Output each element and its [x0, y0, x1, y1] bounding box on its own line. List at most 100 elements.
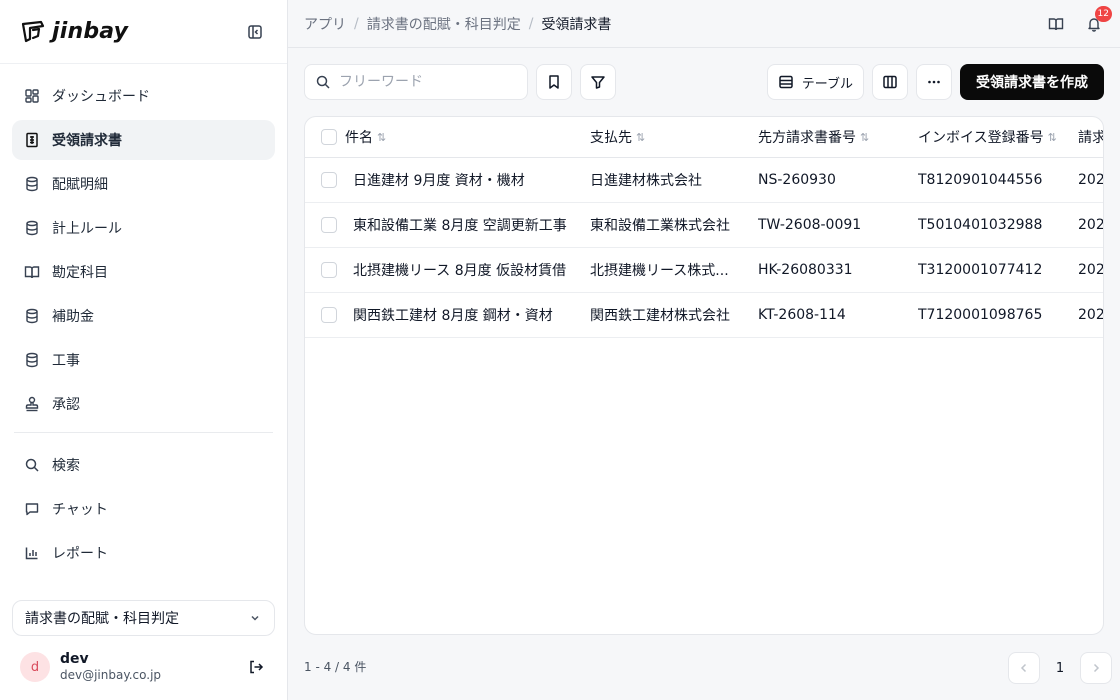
- chevron-down-icon: [248, 611, 262, 625]
- column-header-payee[interactable]: 支払先 ⇅: [590, 117, 740, 157]
- sort-icon: ⇅: [1047, 130, 1057, 144]
- breadcrumb-separator: /: [528, 15, 534, 32]
- select-all-checkbox[interactable]: [321, 129, 337, 145]
- column-header-label: インボイス登録番号: [918, 130, 1044, 146]
- row-checkbox[interactable]: [321, 217, 337, 233]
- cell-billing: 202: [1078, 217, 1104, 233]
- sidebar-item-chat[interactable]: チャット: [12, 489, 275, 529]
- sidebar-item-label: ダッシュボード: [52, 89, 150, 105]
- breadcrumb-separator: /: [354, 15, 359, 32]
- logout-icon: [248, 659, 264, 675]
- column-header-label: 請求: [1078, 130, 1104, 146]
- cell-invoice-number: KT-2608-114: [758, 307, 846, 323]
- cell-subject: 関西鉄工建材 8月度 鋼材・資材: [353, 308, 553, 324]
- column-header-label: 件名: [345, 130, 373, 146]
- column-header-subject[interactable]: 件名 ⇅: [345, 117, 575, 157]
- book-icon: [24, 264, 40, 280]
- chevron-left-icon: [1017, 661, 1031, 675]
- column-header-label: 支払先: [590, 130, 632, 146]
- breadcrumb-apps[interactable]: アプリ: [304, 14, 346, 34]
- create-invoice-button[interactable]: 受領請求書を作成: [960, 64, 1104, 100]
- search-input[interactable]: [339, 74, 509, 90]
- breadcrumb-invoice-allocation[interactable]: 請求書の配賦・科目判定: [367, 14, 521, 34]
- table-row[interactable]: 東和設備工業 8月度 空調更新工事 東和設備工業株式会社 TW-2608-009…: [305, 203, 1103, 248]
- cell-invoice-number: NS-260930: [758, 172, 836, 188]
- cell-invoice-number: HK-26080331: [758, 262, 853, 278]
- column-header-invoice-number[interactable]: 先方請求書番号 ⇅: [758, 117, 908, 157]
- sidebar-item-allocation-details[interactable]: 配賦明細: [12, 164, 275, 204]
- sidebar-item-label: 計上ルール: [52, 221, 122, 237]
- sidebar-item-approval[interactable]: 承認: [12, 384, 275, 424]
- cell-registration-number: T8120901044556: [918, 172, 1043, 188]
- cell-payee: 北摂建機リース株式...: [590, 263, 729, 279]
- page-number[interactable]: 1: [1044, 652, 1076, 684]
- next-page-button[interactable]: [1080, 652, 1112, 684]
- row-checkbox[interactable]: [321, 307, 337, 323]
- row-checkbox[interactable]: [321, 172, 337, 188]
- breadcrumb-current: 受領請求書: [541, 16, 612, 33]
- sidebar-item-received-invoices[interactable]: 受領請求書: [12, 120, 275, 160]
- sidebar-item-label: 受領請求書: [52, 133, 122, 149]
- cell-registration-number: T7120001098765: [918, 307, 1043, 323]
- user-email: dev@jinbay.co.jp: [60, 668, 162, 682]
- sidebar-item-construction[interactable]: 工事: [12, 340, 275, 380]
- database-icon: [24, 176, 40, 192]
- sidebar: jinbay ダッシュボード 受領請求書 配賦明細 計上ルール 勘定科目 補助金…: [0, 0, 288, 700]
- bar-chart-icon: [24, 545, 40, 561]
- sidebar-item-label: 承認: [52, 397, 80, 413]
- notification-badge: 12: [1094, 5, 1112, 22]
- more-button[interactable]: [916, 64, 952, 100]
- sidebar-item-search[interactable]: 検索: [12, 445, 275, 485]
- cell-registration-number: T5010401032988: [918, 217, 1043, 233]
- sidebar-item-reports[interactable]: レポート: [12, 533, 275, 573]
- view-mode-button[interactable]: テーブル: [766, 64, 864, 100]
- cell-subject: 日進建材 9月度 資材・機材: [353, 173, 525, 189]
- previous-page-button[interactable]: [1008, 652, 1040, 684]
- column-header-registration-number[interactable]: インボイス登録番号 ⇅: [918, 117, 1068, 157]
- sidebar-item-dashboard[interactable]: ダッシュボード: [12, 76, 275, 116]
- cell-billing: 202: [1078, 172, 1104, 188]
- bookmark-button[interactable]: [536, 64, 572, 100]
- logo[interactable]: jinbay: [20, 19, 128, 45]
- logo-text: jinbay: [52, 19, 129, 44]
- view-mode-label: テーブル: [801, 76, 853, 92]
- notifications-button[interactable]: 12: [1084, 5, 1112, 34]
- chat-icon: [24, 501, 40, 517]
- filter-button[interactable]: [580, 64, 616, 100]
- docs-button[interactable]: [1046, 14, 1066, 34]
- book-open-icon: [1048, 16, 1064, 32]
- sidebar-collapse-button[interactable]: [243, 20, 267, 44]
- sort-icon: ⇅: [377, 130, 387, 144]
- sidebar-item-accounts[interactable]: 勘定科目: [12, 252, 275, 292]
- sidebar-item-subsidies[interactable]: 補助金: [12, 296, 275, 336]
- cell-subject: 北摂建機リース 8月度 仮設材賃借: [353, 263, 567, 279]
- project-select-value: 請求書の配賦・科目判定: [25, 611, 179, 627]
- cell-payee: 関西鉄工建材株式会社: [590, 308, 730, 324]
- avatar[interactable]: d: [20, 652, 50, 682]
- table-row[interactable]: 北摂建機リース 8月度 仮設材賃借 北摂建機リース株式... HK-260803…: [305, 248, 1103, 293]
- invoice-table: 件名 ⇅ 支払先 ⇅ 先方請求書番号 ⇅ インボイス登録番号 ⇅ 請求 日進建材 9月度…: [304, 116, 1104, 635]
- row-checkbox[interactable]: [321, 262, 337, 278]
- top-actions: 12: [1046, 5, 1112, 34]
- column-header-billing[interactable]: 請求: [1078, 117, 1104, 157]
- sidebar-item-label: 勘定科目: [52, 265, 108, 281]
- project-select[interactable]: 請求書の配賦・科目判定: [12, 600, 275, 636]
- cell-subject: 東和設備工業 8月度 空調更新工事: [353, 218, 567, 234]
- sidebar-item-posting-rules[interactable]: 計上ルール: [12, 208, 275, 248]
- cell-billing: 202: [1078, 262, 1104, 278]
- columns-button[interactable]: [872, 64, 908, 100]
- sidebar-item-label: レポート: [52, 546, 108, 562]
- chevron-right-icon: [1089, 661, 1103, 675]
- top-bar: アプリ / 請求書の配賦・科目判定 / 受領請求書 12: [288, 0, 1120, 48]
- user-name: dev: [60, 651, 89, 667]
- database-icon: [24, 352, 40, 368]
- receipt-icon: [24, 132, 40, 148]
- table-row[interactable]: 関西鉄工建材 8月度 鋼材・資材 関西鉄工建材株式会社 KT-2608-114 …: [305, 293, 1103, 338]
- table-row[interactable]: 日進建材 9月度 資材・機材 日進建材株式会社 NS-260930 T81209…: [305, 158, 1103, 203]
- dashboard-icon: [24, 88, 40, 104]
- cell-billing: 202: [1078, 307, 1104, 323]
- sort-icon: ⇅: [860, 130, 870, 144]
- breadcrumb: アプリ / 請求書の配賦・科目判定 / 受領請求書: [304, 14, 611, 34]
- cell-registration-number: T3120001077412: [918, 262, 1043, 278]
- logout-button[interactable]: [244, 655, 268, 679]
